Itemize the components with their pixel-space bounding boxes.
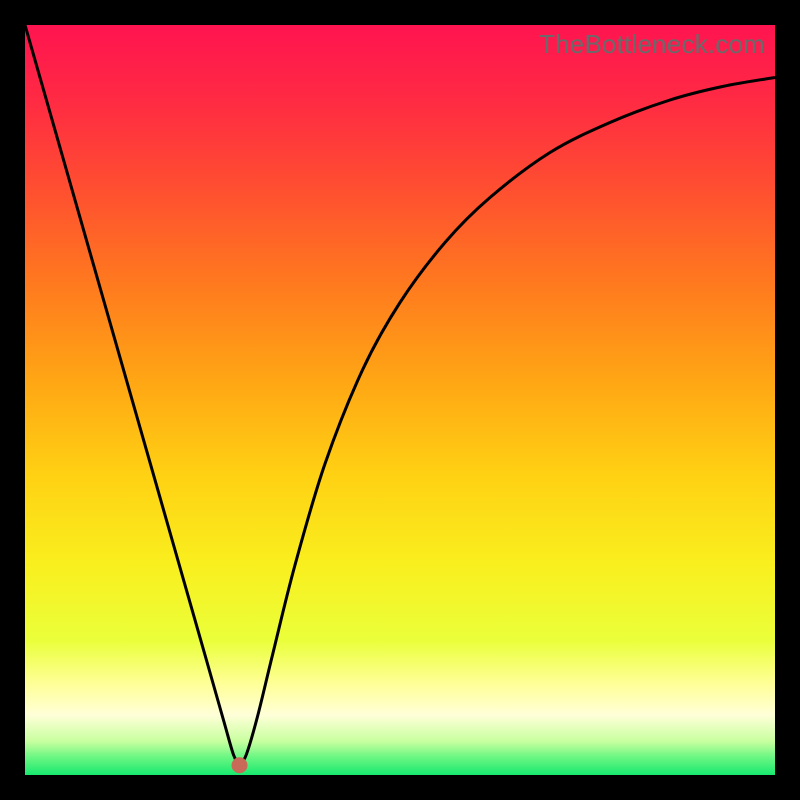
- optimum-marker: [232, 757, 248, 773]
- chart-svg: [25, 25, 775, 775]
- chart-frame: TheBottleneck.com: [25, 25, 775, 775]
- watermark-text: TheBottleneck.com: [539, 29, 765, 60]
- gradient-background: [25, 25, 775, 775]
